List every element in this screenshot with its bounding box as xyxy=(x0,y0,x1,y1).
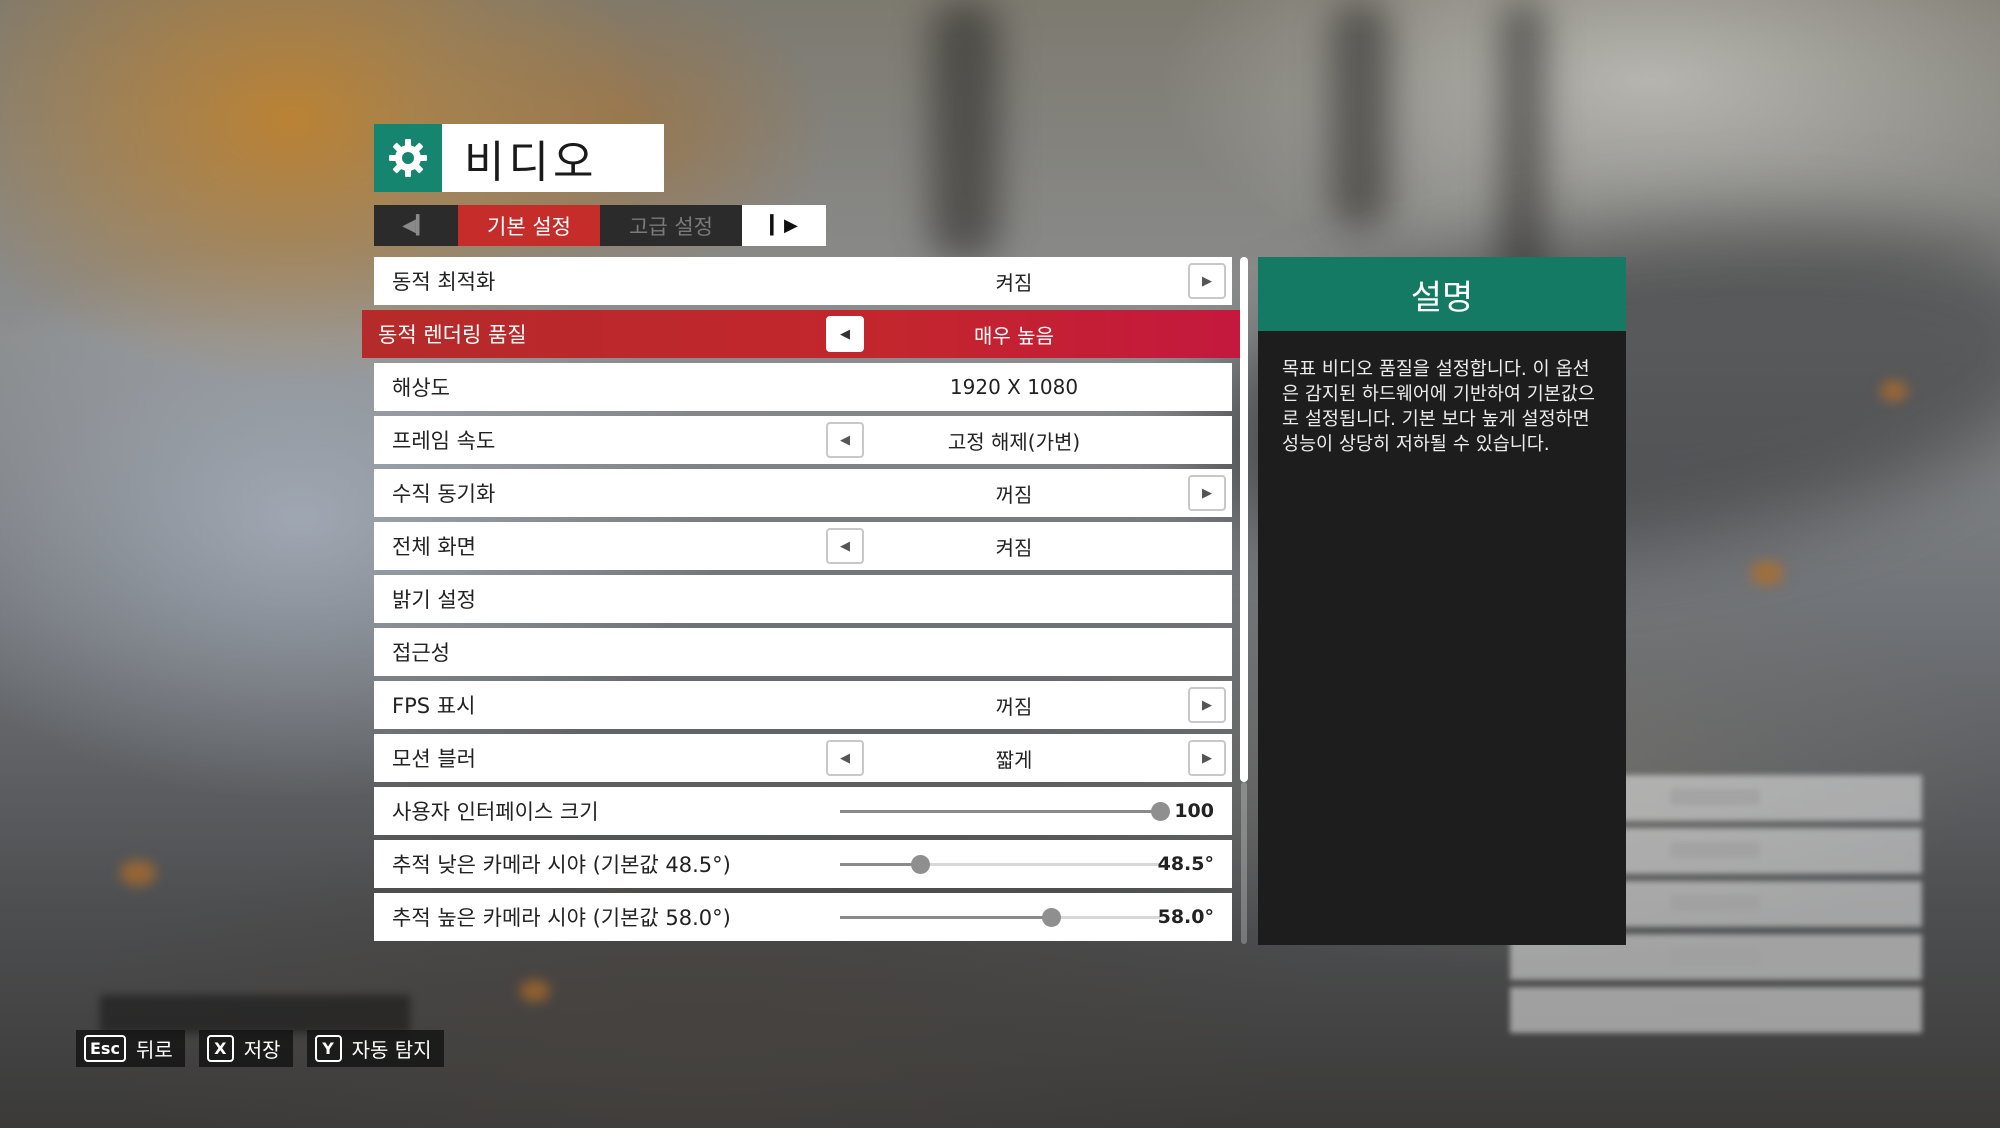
setting-high-camera-fov[interactable]: 추적 높은 카메라 시야 (기본값 58.0°) 58.0° xyxy=(374,893,1232,941)
y-key-icon: Y xyxy=(314,1035,342,1062)
setting-accessibility[interactable]: 접근성 xyxy=(374,628,1232,676)
setting-dynamic-optimization[interactable]: 동적 최적화 켜짐 ▶ xyxy=(374,257,1232,305)
setting-frame-rate[interactable]: 프레임 속도 ◀ 고정 해제(가변) xyxy=(374,416,1232,464)
setting-label: 추적 낮은 카메라 시야 (기본값 48.5°) xyxy=(392,853,731,877)
setting-ui-scale[interactable]: 사용자 인터페이스 크기 100 xyxy=(374,787,1232,835)
auto-detect-button[interactable]: Y 자동 탐지 xyxy=(306,1030,444,1067)
tab-advanced-settings[interactable]: 고급 설정 xyxy=(600,205,742,246)
setting-value: 켜짐 xyxy=(995,535,1033,560)
setting-fps-display[interactable]: FPS 표시 꺼짐 ▶ xyxy=(374,681,1232,729)
description-heading: 설명 xyxy=(1258,257,1626,331)
page-title: 비디오 xyxy=(464,137,598,188)
save-button[interactable]: X 저장 xyxy=(198,1030,293,1067)
setting-dynamic-render-quality[interactable]: 동적 렌더링 품질 ◀ 매우 높음 xyxy=(362,310,1244,358)
setting-label: 전체 화면 xyxy=(392,535,476,559)
setting-value: 고정 해제(가변) xyxy=(947,429,1081,454)
slider-value: 58.0° xyxy=(1157,906,1214,928)
slider-fill xyxy=(840,863,920,866)
setting-value: 켜짐 xyxy=(995,270,1033,295)
slider-value: 100 xyxy=(1174,800,1214,822)
setting-value: 매우 높음 xyxy=(974,323,1054,348)
hint-label: 뒤로 xyxy=(135,1038,173,1062)
slider-fill xyxy=(840,916,1052,919)
setting-resolution[interactable]: 해상도 1920 X 1080 xyxy=(374,363,1232,411)
tab-bar: ◀▎ 기본 설정 고급 설정 ▎▶ xyxy=(374,205,826,246)
arrow-right-icon[interactable]: ▶ xyxy=(1188,687,1226,723)
back-button[interactable]: Esc 뒤로 xyxy=(76,1030,185,1067)
scrollbar-track[interactable] xyxy=(1241,782,1247,944)
description-panel: 설명 목표 비디오 품질을 설정합니다. 이 옵션은 감지된 하드웨어에 기반하… xyxy=(1258,257,1626,945)
page-title-box: 비디오 xyxy=(374,124,664,192)
setting-label: 접근성 xyxy=(392,641,450,665)
slider-fill xyxy=(840,810,1160,813)
setting-label: 모션 블러 xyxy=(392,747,476,771)
slider-handle[interactable] xyxy=(1042,908,1062,927)
slider-value: 48.5° xyxy=(1157,853,1214,875)
slider-handle[interactable] xyxy=(1151,802,1170,821)
arrow-right-icon[interactable]: ▶ xyxy=(1188,263,1226,299)
setting-label: 추적 높은 카메라 시야 (기본값 58.0°) xyxy=(392,906,731,930)
setting-value: 짧게 xyxy=(995,747,1033,772)
tab-basic-settings[interactable]: 기본 설정 xyxy=(458,205,600,246)
slider-track[interactable] xyxy=(840,908,1160,927)
setting-value: 꺼짐 xyxy=(995,482,1033,507)
slider-handle[interactable] xyxy=(911,855,930,874)
arrow-right-icon[interactable]: ▶ xyxy=(1188,740,1226,776)
setting-fullscreen[interactable]: 전체 화면 ◀ 켜짐 xyxy=(374,522,1232,570)
setting-label: 동적 최적화 xyxy=(392,270,496,294)
setting-vsync[interactable]: 수직 동기화 꺼짐 ▶ xyxy=(374,469,1232,517)
esc-key-icon: Esc xyxy=(84,1035,126,1062)
arrow-right-icon[interactable]: ▶ xyxy=(1188,475,1226,511)
setting-value: 꺼짐 xyxy=(995,694,1033,719)
button-hints: Esc 뒤로 X 저장 Y 자동 탐지 xyxy=(76,1030,444,1067)
setting-label: 프레임 속도 xyxy=(392,429,496,453)
setting-label: 밝기 설정 xyxy=(392,588,476,612)
setting-value: 1920 X 1080 xyxy=(949,375,1079,399)
setting-brightness[interactable]: 밝기 설정 xyxy=(374,575,1232,623)
setting-label: 사용자 인터페이스 크기 xyxy=(392,800,599,824)
settings-list: 동적 최적화 켜짐 ▶ 동적 렌더링 품질 ◀ 매우 높음 해상도 1920 X… xyxy=(362,257,1244,946)
gear-icon xyxy=(374,124,442,192)
setting-motion-blur[interactable]: 모션 블러 ◀ 짧게 ▶ xyxy=(374,734,1232,782)
slider-track[interactable] xyxy=(840,802,1170,821)
scrollbar-thumb[interactable] xyxy=(1240,257,1248,782)
next-tab-icon[interactable]: ▎▶ xyxy=(742,205,826,246)
x-key-icon: X xyxy=(206,1035,234,1062)
hint-label: 저장 xyxy=(243,1038,281,1062)
setting-label: FPS 표시 xyxy=(392,694,476,718)
setting-label: 해상도 xyxy=(392,376,450,400)
setting-low-camera-fov[interactable]: 추적 낮은 카메라 시야 (기본값 48.5°) 48.5° xyxy=(374,840,1232,888)
prev-tab-icon[interactable]: ◀▎ xyxy=(374,205,458,246)
setting-label: 수직 동기화 xyxy=(392,482,496,506)
hint-label: 자동 탐지 xyxy=(351,1038,432,1062)
description-text: 목표 비디오 품질을 설정합니다. 이 옵션은 감지된 하드웨어에 기반하여 기… xyxy=(1282,359,1595,455)
background-tip xyxy=(100,995,410,1033)
setting-label: 동적 렌더링 품질 xyxy=(378,323,527,347)
slider-track[interactable] xyxy=(840,855,1160,874)
